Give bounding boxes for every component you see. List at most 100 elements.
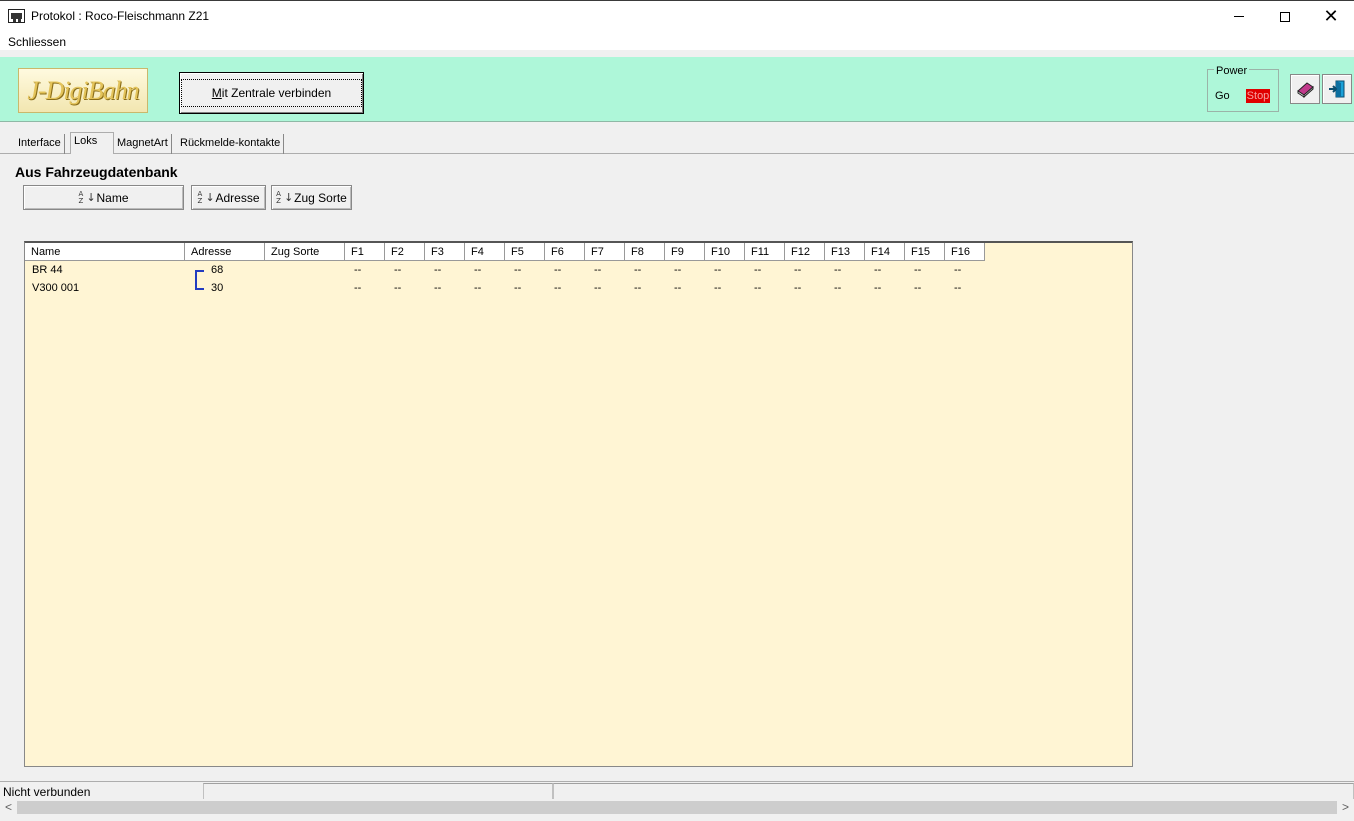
cell-function: -- <box>714 264 722 276</box>
table-row[interactable]: BR 44 68 -- -- -- -- -- -- -- -- -- -- -- -- -- -- -- -- <box>25 262 1132 280</box>
horizontal-scrollbar[interactable]: < > <box>0 799 1354 816</box>
tab-strip: Interface Loks MagnetArt Rückmelde-konta… <box>0 132 1354 154</box>
power-go-button[interactable]: Go <box>1215 90 1230 102</box>
toolbar: J-DigiBahn Mit Zentrale verbinden Power … <box>0 57 1354 122</box>
cell-function: -- <box>714 282 722 294</box>
menu-item-schliessen[interactable]: Schliessen <box>8 35 66 49</box>
sort-zugsorte-button[interactable]: A Z ↓ Zug Sorte <box>271 185 352 210</box>
cell-function: -- <box>954 264 962 276</box>
status-pane-3 <box>553 783 1354 800</box>
cell-function: -- <box>674 264 682 276</box>
cell-function: -- <box>754 264 762 276</box>
cell-function: -- <box>834 264 842 276</box>
column-header[interactable]: F4 <box>465 243 505 261</box>
cell-function: -- <box>474 282 482 294</box>
cell-function: -- <box>434 264 442 276</box>
cell-function: -- <box>914 282 922 294</box>
cell-function: -- <box>634 282 642 294</box>
column-header[interactable]: F1 <box>345 243 385 261</box>
table-row[interactable]: V300 001 30 -- -- -- -- -- -- -- -- -- -- -- -- -- -- --… <box>25 280 1132 298</box>
cell-function: -- <box>954 282 962 294</box>
column-header[interactable]: F3 <box>425 243 465 261</box>
book-icon <box>1297 82 1314 99</box>
cell-function: -- <box>394 264 402 276</box>
exit-button[interactable] <box>1322 74 1352 104</box>
column-header[interactable]: F8 <box>625 243 665 261</box>
cell-function: -- <box>914 264 922 276</box>
column-header[interactable]: F15 <box>905 243 945 261</box>
app-icon <box>8 9 25 23</box>
column-header[interactable]: F11 <box>745 243 785 261</box>
column-header[interactable]: Name <box>25 243 185 261</box>
cell-function: -- <box>874 264 882 276</box>
sort-name-label: Name <box>96 190 129 205</box>
column-header[interactable]: F7 <box>585 243 625 261</box>
cell-function: -- <box>754 282 762 294</box>
cell-function: -- <box>474 264 482 276</box>
column-header[interactable]: F10 <box>705 243 745 261</box>
cell-function: -- <box>634 264 642 276</box>
column-header[interactable]: F13 <box>825 243 865 261</box>
app-logo: J-DigiBahn <box>18 68 148 113</box>
connect-button[interactable]: Mit Zentrale verbinden <box>179 72 364 114</box>
tab-loks[interactable]: Loks <box>70 132 114 154</box>
scroll-left-icon[interactable]: < <box>0 800 17 815</box>
sort-adresse-label: Adresse <box>215 190 260 205</box>
minimize-icon <box>1234 16 1244 17</box>
cell-function: -- <box>514 282 522 294</box>
tab-interface[interactable]: Interface <box>15 134 65 154</box>
column-header[interactable]: F12 <box>785 243 825 261</box>
sort-name-button[interactable]: A Z ↓ Name <box>23 185 184 210</box>
column-header[interactable]: F9 <box>665 243 705 261</box>
scroll-right-icon[interactable]: > <box>1337 800 1354 815</box>
status-pane-2 <box>203 783 553 800</box>
minimize-button[interactable] <box>1216 1 1262 32</box>
window-title: Protokol : Roco-Fleischmann Z21 <box>31 9 210 23</box>
close-button[interactable]: ✕ <box>1308 1 1354 32</box>
cell-function: -- <box>794 264 802 276</box>
loco-grid[interactable]: Name Adresse Zug Sorte F1 F2 F3 F4 F5 F6 F7 F8 F9 F1… <box>24 241 1133 767</box>
status-bar: Nicht verbunden <box>0 781 1354 800</box>
maximize-button[interactable] <box>1262 1 1308 32</box>
cell-name: BR 44 <box>32 264 63 276</box>
close-icon: ✕ <box>1323 5 1339 27</box>
title-bar: Protokol : Roco-Fleischmann Z21 ✕ <box>0 0 1354 32</box>
tab-magnetart[interactable]: MagnetArt <box>114 134 172 154</box>
cell-function: -- <box>354 264 362 276</box>
column-header[interactable]: F6 <box>545 243 585 261</box>
menu-bar: Schliessen <box>0 32 1354 50</box>
cell-function: -- <box>674 282 682 294</box>
cell-function: -- <box>514 264 522 276</box>
scrollbar-thumb[interactable] <box>17 801 1337 814</box>
column-header[interactable]: Adresse <box>185 243 265 261</box>
section-title: Aus Fahrzeugdatenbank <box>15 164 178 180</box>
status-connection: Nicht verbunden <box>3 785 91 799</box>
sort-az-icon: A Z ↓ <box>78 189 96 205</box>
column-header[interactable]: F5 <box>505 243 545 261</box>
sort-adresse-button[interactable]: A Z ↓ Adresse <box>191 185 266 210</box>
column-header[interactable]: F14 <box>865 243 905 261</box>
cell-function: -- <box>394 282 402 294</box>
sort-zugsorte-label: Zug Sorte <box>294 190 347 205</box>
cell-name: V300 001 <box>32 282 80 294</box>
cell-function: -- <box>794 282 802 294</box>
cell-adresse: 68 <box>211 264 224 276</box>
tab-rueckmeldekontakte[interactable]: Rückmelde-kontakte <box>177 134 285 154</box>
cell-function: -- <box>354 282 362 294</box>
connect-button-label: Mit Zentrale verbinden <box>180 79 363 107</box>
power-stop-button[interactable]: Stop <box>1246 89 1270 103</box>
logo-text: J-DigiBahn <box>27 75 139 105</box>
cell-function: -- <box>434 282 442 294</box>
column-header[interactable]: Zug Sorte <box>265 243 345 261</box>
column-header[interactable]: F16 <box>945 243 985 261</box>
cell-adresse: 30 <box>211 282 224 294</box>
sort-az-icon: A Z ↓ <box>276 189 294 205</box>
cell-function: -- <box>874 282 882 294</box>
cell-function: -- <box>834 282 842 294</box>
sort-az-icon: A Z ↓ <box>197 189 215 205</box>
help-book-button[interactable] <box>1290 74 1320 104</box>
maximize-icon <box>1280 11 1290 22</box>
power-legend: Power <box>1214 65 1250 77</box>
column-header[interactable]: F2 <box>385 243 425 261</box>
cell-function: -- <box>594 264 602 276</box>
